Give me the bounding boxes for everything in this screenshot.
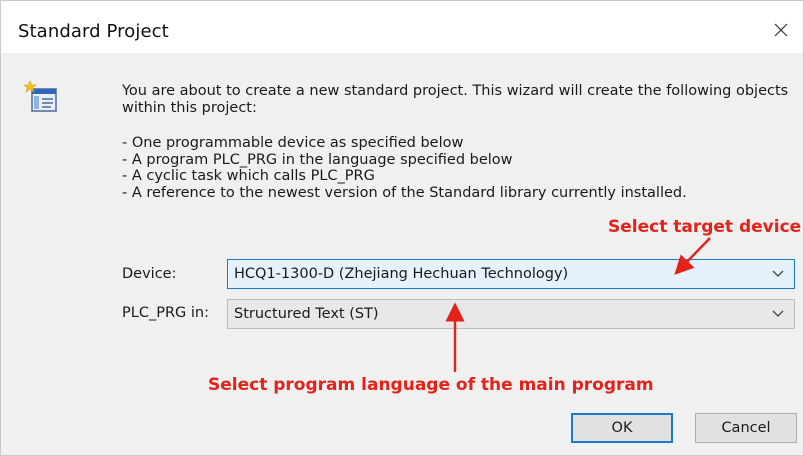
plc-prg-selected-value: Structured Text (ST) [234,306,379,322]
device-dropdown[interactable]: HCQ1-1300-D (Zhejiang Hechuan Technology… [227,259,795,289]
wizard-project-icon [23,80,57,112]
standard-project-dialog: Standard Project You are about to create… [0,0,804,456]
device-selected-value: HCQ1-1300-D (Zhejiang Hechuan Technology… [234,266,569,282]
annotation-select-program-language: Select program language of the main prog… [208,375,654,395]
list-item: - A cyclic task which calls PLC_PRG [122,168,375,184]
created-objects-list: - One programmable device as specified b… [122,135,792,201]
annotation-select-target-device: Select target device [608,217,802,237]
intro-text: You are about to create a new standard p… [122,83,789,116]
device-label: Device: [122,266,177,282]
ok-button[interactable]: OK [571,413,673,443]
dialog-title: Standard Project [18,21,169,42]
plc-prg-language-dropdown[interactable]: Structured Text (ST) [227,299,795,329]
title-bar: Standard Project [1,1,803,53]
cancel-button[interactable]: Cancel [695,413,797,443]
list-item: - A reference to the newest version of t… [122,184,687,201]
close-button[interactable] [759,15,803,45]
close-icon [774,23,788,37]
chevron-down-icon [772,270,784,277]
chevron-down-icon [772,310,784,317]
list-item: - One programmable device as specified b… [122,135,464,151]
list-item: - A program PLC_PRG in the language spec… [122,151,513,168]
plc-prg-label: PLC_PRG in: [122,305,209,321]
